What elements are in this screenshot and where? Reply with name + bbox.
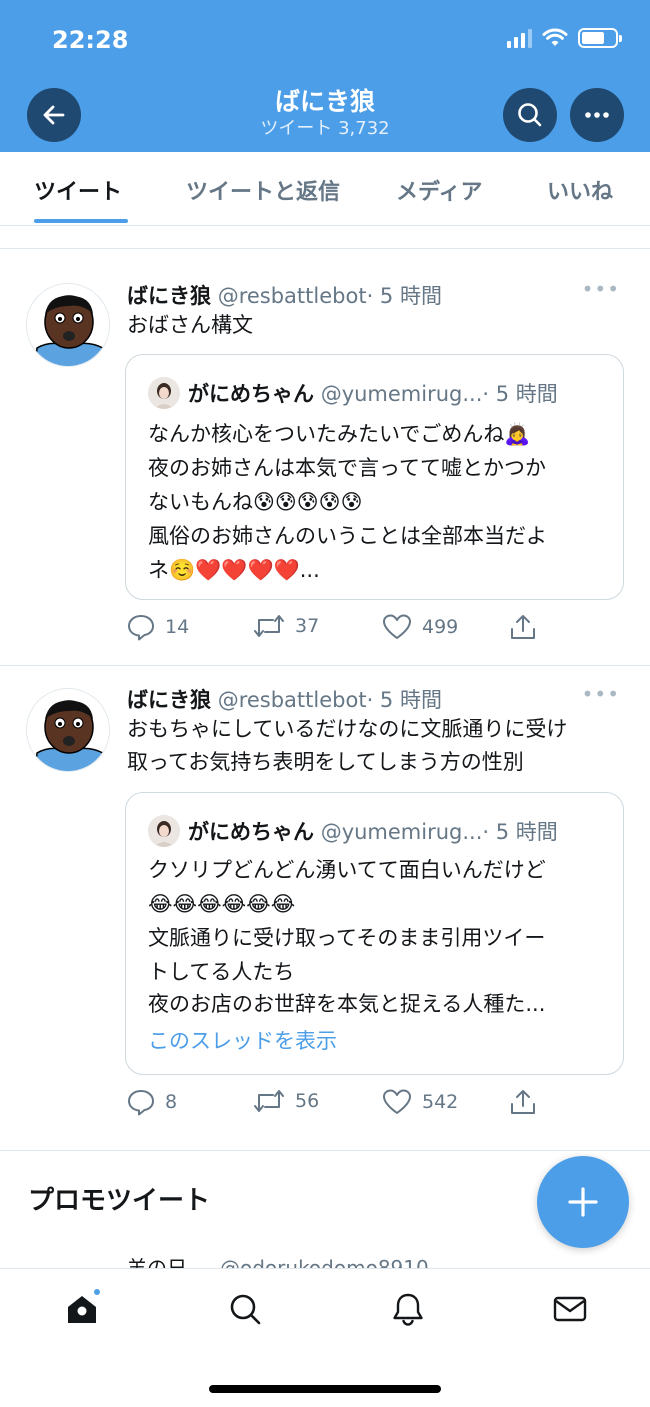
share-icon — [511, 615, 535, 639]
tweet-time: · 5 時間 — [366, 688, 442, 712]
home-indicator — [209, 1385, 441, 1393]
avatar-illustration — [27, 689, 109, 771]
tweet-text-line: 取ってお気持ち表明をしてしまう方の性別 — [127, 750, 524, 774]
retweet-icon — [254, 1090, 284, 1112]
quoted-text-line: 夜のお店のお世辞を本気と捉える人種た... — [148, 992, 546, 1016]
share-button[interactable] — [509, 613, 537, 641]
reply-icon — [128, 1090, 154, 1116]
cellular-signal-icon — [507, 28, 532, 48]
quoted-tweet[interactable]: がにめちゃん @yumemirug...· 5 時間 なんか核心をついたみたいで… — [125, 354, 624, 600]
reply-button[interactable]: 14 — [127, 613, 189, 641]
quoted-text-line: なんか核心をついたみたいでごめんね🙇‍♀️ — [148, 422, 531, 446]
tweet-author-name[interactable]: ばにき狼 — [127, 688, 211, 712]
more-button[interactable] — [570, 88, 624, 142]
like-button[interactable]: 499 — [382, 613, 458, 641]
compose-tweet-button[interactable] — [537, 1156, 629, 1248]
retweet-button[interactable]: 37 — [253, 613, 319, 639]
tweet-author-handle[interactable]: @resbattlebot — [218, 284, 367, 308]
quoted-avatar-photo — [148, 815, 180, 847]
quoted-text-line: ないもんね😰😰😰😰😰 — [148, 490, 363, 514]
quoted-tweet[interactable]: がにめちゃん @yumemirug...· 5 時間 クソリプどんどん湧いてて面… — [125, 792, 624, 1075]
heart-icon — [383, 614, 411, 639]
mail-icon — [553, 1296, 587, 1322]
show-thread-link[interactable]: このスレッドを表示 — [148, 1025, 337, 1055]
quoted-avatar-photo — [148, 377, 180, 409]
quoted-text-line: クソリプどんどん湧いてて面白いんだけど — [148, 858, 546, 882]
tweet-text-line: おもちゃにしているだけなのに文脈通りに受け — [127, 717, 568, 741]
search-icon — [518, 103, 542, 127]
new-content-badge — [92, 1287, 102, 1297]
quoted-avatar[interactable] — [148, 815, 180, 847]
tweet-text: おばさん構文 — [127, 313, 253, 337]
tweet-actions: 14 37 499 — [127, 613, 547, 643]
nav-notifications[interactable] — [388, 1289, 428, 1329]
search-button[interactable] — [503, 88, 557, 142]
tweet-card[interactable]: ばにき狼 @resbattlebot· 5 時間 ••• おもちゃにしているだけ… — [0, 666, 650, 1150]
avatar[interactable] — [26, 688, 110, 772]
tab-media[interactable]: メディア — [396, 174, 482, 206]
tweet-time: · 5 時間 — [366, 284, 442, 308]
like-count: 499 — [422, 616, 459, 638]
tab-tweets-and-replies[interactable]: ツイートと返信 — [186, 174, 340, 206]
tweet-author-handle[interactable]: @resbattlebot — [218, 688, 367, 712]
retweet-button[interactable]: 56 — [253, 1088, 319, 1114]
share-icon — [511, 1090, 535, 1114]
battery-icon — [578, 28, 622, 48]
quoted-author-handle: @yumemirug... — [320, 820, 483, 844]
quoted-text-line: 夜のお姉さんは本気で言ってて嘘とかつか — [148, 456, 546, 480]
promoted-tweets-heading: プロモツイート — [28, 1186, 211, 1216]
tweet-header: ばにき狼 @resbattlebot· 5 時間 — [127, 684, 442, 714]
tweet-options-button[interactable]: ••• — [582, 682, 620, 706]
quoted-text-line: 文脈通りに受け取ってそのまま引用ツイー — [148, 926, 546, 950]
more-icon — [585, 112, 609, 118]
quoted-author-name: がにめちゃん — [188, 382, 314, 406]
tab-tweets[interactable]: ツイート — [34, 174, 122, 206]
divider — [0, 1150, 650, 1151]
avatar[interactable] — [26, 283, 110, 367]
bottom-navigation — [0, 1268, 650, 1407]
active-tab-indicator — [34, 219, 128, 223]
nav-explore[interactable] — [225, 1289, 265, 1329]
nav-messages[interactable] — [550, 1289, 590, 1329]
quoted-text-line: トしてる人たち — [148, 960, 295, 984]
tab-likes[interactable]: いいね — [547, 174, 613, 206]
quoted-text-line: 😂😂😂😂😂😂 — [148, 892, 296, 916]
quoted-header: がにめちゃん @yumemirug...· 5 時間 — [188, 378, 558, 408]
like-count: 542 — [422, 1091, 459, 1113]
profile-header: 22:28 ばにき狼 ツイート 3,732 — [0, 0, 650, 152]
reply-icon — [128, 615, 154, 641]
reply-count: 8 — [165, 1091, 178, 1113]
tweet-header: ばにき狼 @resbattlebot· 5 時間 — [127, 280, 442, 310]
heart-icon — [383, 1089, 411, 1114]
status-icons — [507, 28, 622, 48]
retweet-count: 37 — [295, 615, 320, 637]
retweet-count: 56 — [295, 1090, 320, 1112]
reply-button[interactable]: 8 — [127, 1088, 177, 1116]
profile-tabs: ツイート ツイートと返信 メディア いいね — [0, 152, 650, 226]
retweet-icon — [254, 615, 284, 637]
quoted-author-name: がにめちゃん — [188, 820, 314, 844]
quoted-time: · 5 時間 — [482, 382, 558, 406]
quoted-text-line: ネ☺️❤️❤️❤️❤️... — [148, 558, 320, 582]
nav-home[interactable] — [62, 1287, 102, 1329]
status-time: 22:28 — [52, 26, 129, 54]
quoted-author-handle: @yumemirug... — [320, 382, 483, 406]
share-button[interactable] — [509, 1088, 537, 1116]
tweet-options-button[interactable]: ••• — [582, 277, 620, 301]
quoted-avatar[interactable] — [148, 377, 180, 409]
tweet-actions: 8 56 542 — [127, 1088, 547, 1118]
wifi-icon — [542, 28, 568, 46]
avatar-illustration — [27, 284, 109, 366]
compose-plus-icon — [568, 1187, 598, 1217]
tweet-author-name[interactable]: ばにき狼 — [127, 284, 211, 308]
tweet-card[interactable]: ばにき狼 @resbattlebot· 5 時間 ••• おばさん構文 がにめち… — [0, 249, 650, 665]
reply-count: 14 — [165, 616, 190, 638]
search-icon — [230, 1294, 261, 1325]
bell-icon — [393, 1293, 423, 1326]
quoted-text-line: 風俗のお姉さんのいうことは全部本当だよ — [148, 524, 547, 548]
quoted-header: がにめちゃん @yumemirug...· 5 時間 — [188, 816, 558, 846]
like-button[interactable]: 542 — [382, 1088, 458, 1116]
quoted-time: · 5 時間 — [482, 820, 558, 844]
